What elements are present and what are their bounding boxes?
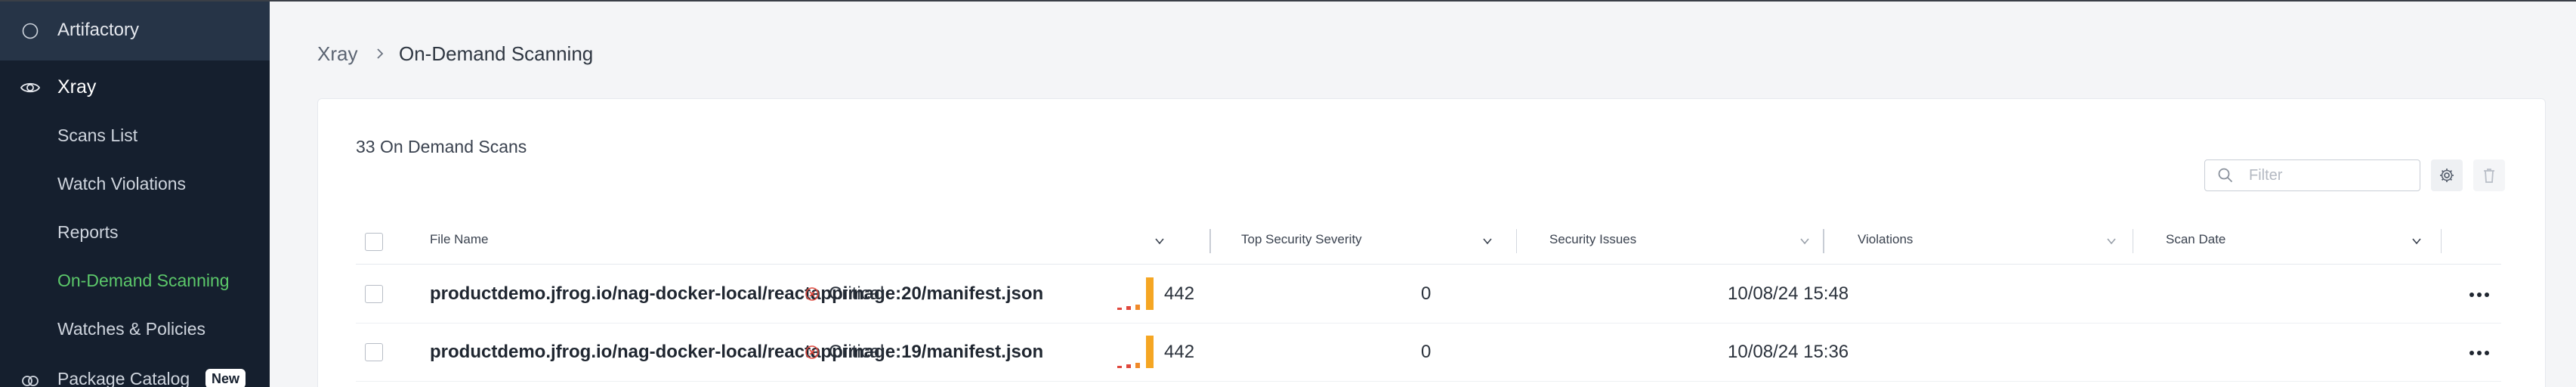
chevron-down-icon[interactable] xyxy=(1799,235,1811,247)
sidebar-item-artifactory[interactable]: Artifactory xyxy=(0,2,270,60)
breadcrumb-xray-link[interactable]: Xray xyxy=(317,42,357,66)
security-issues-chart-icon xyxy=(1117,277,1154,310)
column-header-file-name[interactable]: File Name xyxy=(430,232,488,247)
table-row[interactable]: productdemo.jfrog.io/nag-docker-local/re… xyxy=(356,324,2501,382)
violations-count: 0 xyxy=(1421,283,1432,304)
column-header-violations[interactable]: Violations xyxy=(1858,232,1913,247)
file-name-link[interactable]: productdemo.jfrog.io/nag-docker-local/re… xyxy=(430,283,1043,305)
sidebar-item-watch-violations[interactable]: Watch Violations xyxy=(57,174,186,194)
scan-date: 10/08/24 15:36 xyxy=(1728,342,1849,362)
security-issues-count: 442 xyxy=(1164,283,1195,304)
column-divider[interactable] xyxy=(1823,229,1824,253)
new-badge: New xyxy=(205,369,246,387)
column-divider[interactable] xyxy=(1516,229,1517,253)
select-all-checkbox[interactable] xyxy=(365,233,383,251)
column-header-scan-date[interactable]: Scan Date xyxy=(2166,232,2225,247)
sidebar-item-reports[interactable]: Reports xyxy=(57,222,119,243)
top-border xyxy=(0,0,2576,2)
sidebar-item-label: Package Catalog xyxy=(57,369,190,387)
scan-count-label: 33 On Demand Scans xyxy=(356,137,527,156)
row-checkbox[interactable] xyxy=(365,285,383,303)
page-title: On-Demand Scanning xyxy=(399,42,594,65)
chevron-down-icon[interactable] xyxy=(2105,235,2117,247)
file-name-link[interactable]: productdemo.jfrog.io/nag-docker-local/re… xyxy=(430,342,1043,363)
scans-panel: 33 On Demand Scans File Name xyxy=(317,98,2546,387)
chevron-down-icon[interactable] xyxy=(1481,235,1493,247)
table-row[interactable]: productdemo.jfrog.io/nag-docker-local/re… xyxy=(356,265,2501,324)
search-icon xyxy=(2218,168,2233,183)
critical-severity-icon xyxy=(805,287,819,301)
settings-button[interactable] xyxy=(2431,159,2463,191)
gear-icon xyxy=(2440,169,2454,182)
eye-icon xyxy=(20,82,41,93)
delete-button[interactable] xyxy=(2473,159,2505,191)
filter-input[interactable] xyxy=(2247,163,2409,187)
scan-date: 10/08/24 15:48 xyxy=(1728,283,1849,304)
filter-field[interactable] xyxy=(2204,159,2420,191)
sidebar-item-scans-list[interactable]: Scans List xyxy=(57,125,137,146)
page: Artifactory Xray Scans List Watch Violat… xyxy=(0,0,2576,387)
sidebar-item-xray[interactable]: Xray xyxy=(0,67,270,107)
severity-label: Critical xyxy=(829,342,885,362)
more-actions-icon[interactable] xyxy=(2468,288,2491,302)
security-issues-count: 442 xyxy=(1164,342,1195,362)
sidebar: Artifactory Xray Scans List Watch Violat… xyxy=(0,2,270,387)
critical-severity-icon xyxy=(805,345,819,359)
chevron-right-icon xyxy=(377,48,384,59)
sidebar-item-package-catalog[interactable]: Package Catalog New xyxy=(0,364,270,387)
violations-count: 0 xyxy=(1421,342,1432,362)
artifactory-icon xyxy=(22,23,39,39)
sidebar-item-watches-policies[interactable]: Watches & Policies xyxy=(57,319,205,339)
trash-icon xyxy=(2484,169,2494,183)
column-header-security-issues[interactable]: Security Issues xyxy=(1549,232,1636,247)
more-actions-icon[interactable] xyxy=(2468,346,2491,360)
chevron-down-icon[interactable] xyxy=(2411,235,2423,247)
sidebar-item-on-demand-scanning[interactable]: On-Demand Scanning xyxy=(57,271,230,291)
chevron-down-icon[interactable] xyxy=(1154,235,1166,247)
column-divider[interactable] xyxy=(2441,229,2442,253)
column-divider[interactable] xyxy=(1209,229,1211,253)
row-checkbox[interactable] xyxy=(365,343,383,361)
severity-label: Critical xyxy=(829,283,885,304)
security-issues-chart-icon xyxy=(1117,336,1154,368)
sidebar-item-label: Artifactory xyxy=(57,20,140,40)
sidebar-item-label: Xray xyxy=(57,76,97,98)
package-catalog-icon xyxy=(22,376,39,386)
column-header-top-security-severity[interactable]: Top Security Severity xyxy=(1241,232,1362,247)
table-header: File Name Top Security Severity Security… xyxy=(356,218,2501,265)
